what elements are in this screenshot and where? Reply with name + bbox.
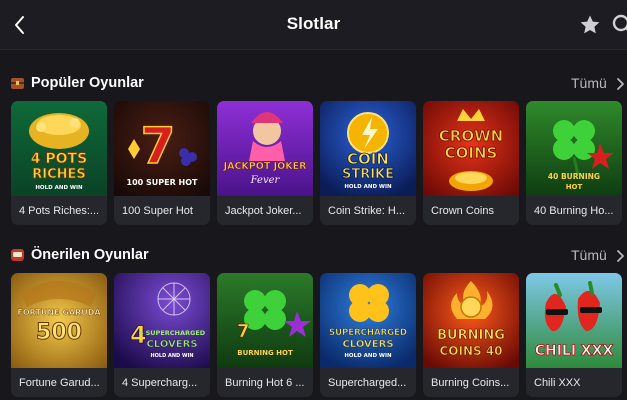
game-thumbnail: JACKPOT JOKER Fever	[217, 101, 313, 196]
art-text: CHILI XXX	[535, 343, 614, 359]
section-header-popular: Popüler Oyunlar Tümü	[0, 71, 627, 97]
art-text: JACKPOT JOKER	[223, 161, 308, 172]
art-text: CLOVERS	[146, 339, 197, 350]
game-thumbnail: 40 BURNING HOT	[526, 101, 622, 196]
art-text: 500	[36, 320, 82, 345]
game-row-popular: 4 POTS RICHES HOLD AND WIN 4 Pots Riches…	[11, 101, 627, 227]
game-thumbnail: 7 100 SUPER HOT	[114, 101, 210, 196]
treasure-chest-icon	[11, 78, 24, 89]
see-all-link[interactable]: Tümü	[571, 247, 607, 263]
game-name: Burning Coins...	[431, 377, 510, 389]
game-card[interactable]: CHILI XXX Chili XXX	[526, 273, 622, 397]
game-name: 40 Burning Ho...	[534, 205, 614, 217]
art-text: FORTUNE GARUDA	[17, 308, 101, 317]
art-text: HOT	[566, 183, 583, 191]
art-text: CLOVERS	[342, 339, 393, 350]
page-title: Slotlar	[286, 14, 341, 33]
art-text: COIN	[347, 150, 389, 168]
game-name: Burning Hot 6 ...	[225, 377, 305, 389]
game-card[interactable]: SUPERCHARGED CLOVERS HOLD AND WIN Superc…	[320, 273, 416, 397]
game-card[interactable]: CROWN COINS Crown Coins	[423, 101, 519, 225]
game-card[interactable]: 7 BURNING HOT Burning Hot 6 ...	[217, 273, 313, 397]
art-text: HOLD AND WIN	[344, 353, 392, 359]
art-text: CROWN	[439, 127, 503, 145]
game-name: 100 Super Hot	[122, 205, 193, 217]
art-text: STRIKE	[342, 167, 394, 182]
game-thumbnail: 4 POTS RICHES HOLD AND WIN	[11, 101, 107, 196]
game-card[interactable]: 7 100 SUPER HOT 100 Super Hot	[114, 101, 210, 225]
star-icon[interactable]	[578, 13, 602, 37]
game-thumbnail: FORTUNE GARUDA 500	[11, 273, 107, 368]
game-thumbnail: 7 BURNING HOT	[217, 273, 313, 368]
art-text: RICHES	[32, 167, 86, 182]
svg-text:7: 7	[237, 321, 250, 342]
art-text: COINS 40	[439, 344, 502, 358]
art-text: Fever	[250, 175, 281, 186]
game-thumbnail: BURNING COINS 40	[423, 273, 519, 368]
chevron-right-icon[interactable]	[615, 77, 625, 91]
svg-text:7: 7	[141, 117, 176, 175]
art-text: HOLD AND WIN	[150, 353, 193, 359]
game-name: Supercharged...	[328, 377, 407, 389]
search-icon[interactable]	[610, 12, 627, 38]
art-text: 40 BURNING	[548, 172, 600, 181]
game-thumbnail: SUPERCHARGED CLOVERS HOLD AND WIN	[320, 273, 416, 368]
section-title: Önerilen Oyunlar	[31, 247, 149, 263]
game-name: Chili XXX	[534, 377, 581, 389]
art-text: 4 SUPERCHARGED	[139, 329, 206, 337]
game-card[interactable]: 4 4 SUPERCHARGED CLOVERS HOLD AND WIN 4 …	[114, 273, 210, 397]
game-card[interactable]: COIN STRIKE HOLD AND WIN Coin Strike: H.…	[320, 101, 416, 225]
game-name: 4 Pots Riches:...	[19, 205, 100, 217]
game-name: Crown Coins	[431, 205, 494, 217]
art-text: 100 SUPER HOT	[127, 178, 199, 187]
game-name: Fortune Garud...	[19, 377, 100, 389]
game-name: Coin Strike: H...	[328, 205, 406, 217]
game-thumbnail: CROWN COINS	[423, 101, 519, 196]
game-thumbnail: CHILI XXX	[526, 273, 622, 368]
section-title: Popüler Oyunlar	[31, 75, 144, 91]
section-header-recommended: Önerilen Oyunlar Tümü	[0, 243, 627, 269]
game-card[interactable]: BURNING COINS 40 Burning Coins...	[423, 273, 519, 397]
game-name: 4 Supercharg...	[122, 377, 198, 389]
art-text: 4 POTS	[31, 151, 87, 167]
top-bar: Slotlar	[0, 0, 627, 50]
game-name: Jackpot Joker...	[225, 205, 302, 217]
art-text: HOLD AND WIN	[344, 184, 392, 190]
game-card[interactable]: 40 BURNING HOT 40 Burning Ho...	[526, 101, 622, 225]
slot-machine-icon	[11, 249, 24, 261]
art-text: BURNING HOT	[237, 349, 293, 357]
art-text: COINS	[445, 144, 498, 162]
game-card[interactable]: 4 POTS RICHES HOLD AND WIN 4 Pots Riches…	[11, 101, 107, 225]
game-row-recommended: FORTUNE GARUDA 500 Fortune Garud... 4 4 …	[11, 273, 627, 399]
art-text: BURNING	[437, 328, 505, 343]
art-text: SUPERCHARGED	[329, 328, 407, 338]
chevron-right-icon[interactable]	[615, 249, 625, 263]
game-thumbnail: COIN STRIKE HOLD AND WIN	[320, 101, 416, 196]
see-all-link[interactable]: Tümü	[571, 75, 607, 91]
art-text: HOLD AND WIN	[35, 185, 83, 191]
game-thumbnail: 4 4 SUPERCHARGED CLOVERS HOLD AND WIN	[114, 273, 210, 368]
game-card[interactable]: FORTUNE GARUDA 500 Fortune Garud...	[11, 273, 107, 397]
game-card[interactable]: JACKPOT JOKER Fever Jackpot Joker...	[217, 101, 313, 225]
